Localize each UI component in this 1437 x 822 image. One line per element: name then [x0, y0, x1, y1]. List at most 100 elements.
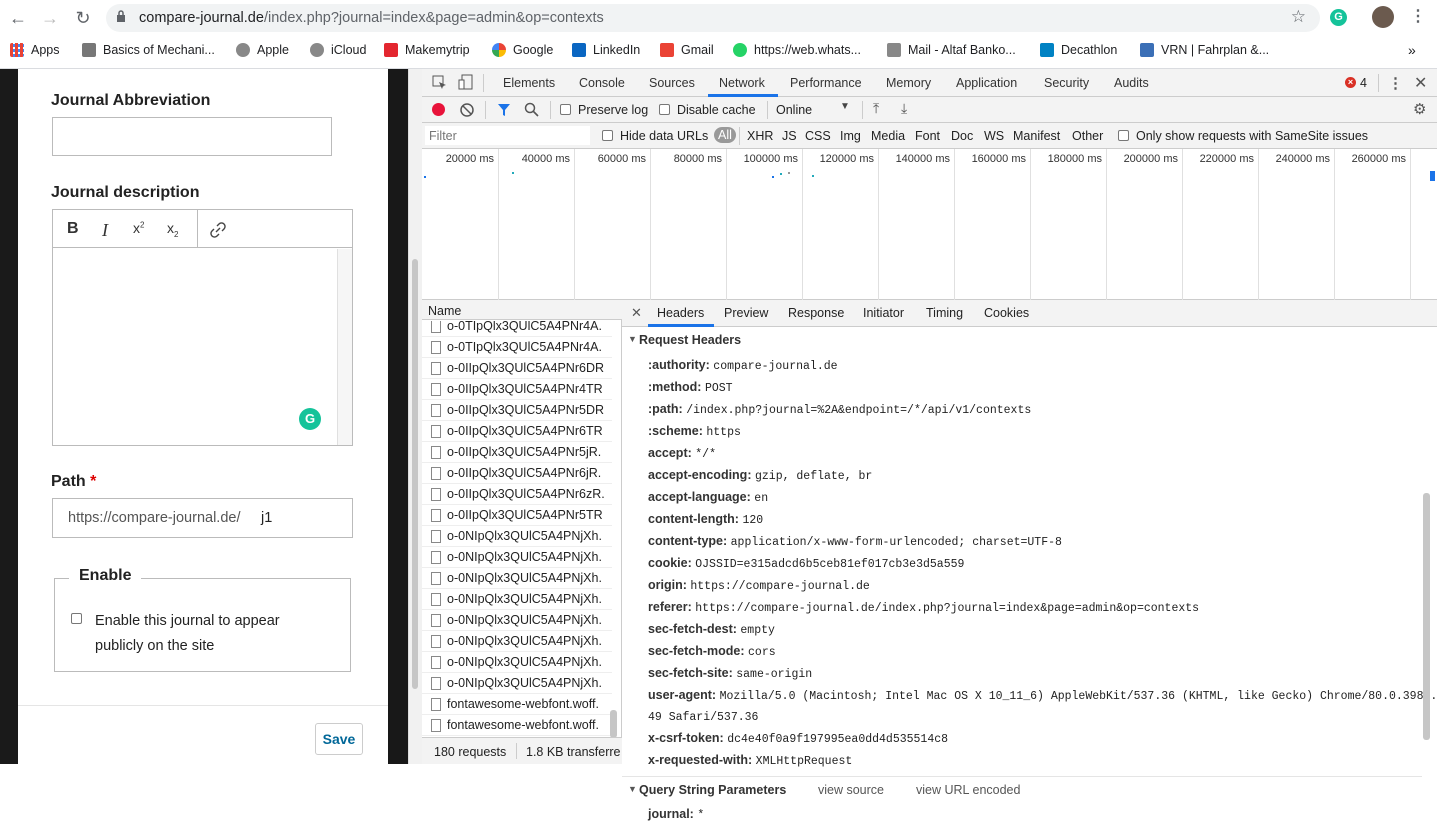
page-scrollbar-thumb[interactable] [412, 259, 418, 689]
filter-icon[interactable] [497, 103, 511, 117]
type-filter-xhr[interactable]: XHR [747, 129, 773, 143]
type-filter-img[interactable]: Img [840, 129, 861, 143]
inspect-element-icon[interactable] [432, 75, 447, 90]
import-har-icon[interactable]: ⤒ [873, 100, 879, 117]
save-button[interactable]: Save [315, 723, 363, 755]
path-input[interactable]: https://compare-journal.de/ j1 [52, 498, 353, 538]
preserve-log-checkbox[interactable] [560, 104, 571, 115]
tab-elements[interactable]: Elements [503, 76, 555, 90]
tab-security[interactable]: Security [1044, 76, 1089, 90]
request-row[interactable]: o-0NIpQlx3QUlC5A4PNjXh. [422, 673, 612, 694]
disable-cache-checkbox[interactable] [659, 104, 670, 115]
chevron-down-icon[interactable]: ▼ [840, 101, 850, 112]
italic-icon[interactable]: I [102, 220, 108, 241]
search-icon[interactable] [524, 102, 539, 117]
export-har-icon[interactable]: ⤓ [901, 100, 907, 117]
request-row[interactable]: o-0TIpQlx3QUlC5A4PNr4A. [422, 321, 612, 337]
request-row[interactable]: o-0NIpQlx3QUlC5A4PNjXh. [422, 526, 612, 547]
request-row[interactable]: o-0NIpQlx3QUlC5A4PNjXh. [422, 631, 612, 652]
request-row[interactable]: o-0NIpQlx3QUlC5A4PNjXh. [422, 568, 612, 589]
bookmarks-overflow[interactable]: » [1408, 41, 1416, 59]
request-row[interactable]: o-0IIpQlx3QUlC5A4PNr6zR. [422, 484, 612, 505]
request-row[interactable]: o-0NIpQlx3QUlC5A4PNjXh. [422, 589, 612, 610]
devtools-menu-icon[interactable]: ⋮ [1388, 74, 1403, 92]
address-bar[interactable]: compare-journal.de/index.php?journal=ind… [106, 4, 1320, 32]
request-row[interactable]: o-0NIpQlx3QUlC5A4PNjXh. [422, 610, 612, 631]
request-row[interactable]: o-0NIpQlx3QUlC5A4PNjXh. [422, 547, 612, 568]
bookmark-decathlon[interactable]: Decathlon [1040, 41, 1117, 59]
tab-console[interactable]: Console [579, 76, 625, 90]
request-row[interactable]: o-0IIpQlx3QUlC5A4PNr6DR [422, 358, 612, 379]
request-row[interactable]: fontawesome-webfont.woff. [422, 694, 612, 715]
bookmark-whatsapp[interactable]: https://web.whats... [733, 41, 861, 59]
editor-content-area[interactable] [53, 249, 337, 445]
device-toolbar-icon[interactable] [458, 74, 473, 90]
grammarly-extension-icon[interactable]: G [1330, 9, 1347, 26]
enable-checkbox[interactable] [71, 613, 82, 624]
bookmark-linkedin[interactable]: LinkedIn [572, 41, 640, 59]
error-icon[interactable]: × [1345, 77, 1356, 88]
editor-scrollbar[interactable] [337, 249, 352, 445]
reload-icon[interactable]: ↻ [71, 6, 95, 30]
filter-input[interactable] [425, 126, 590, 145]
back-arrow-icon[interactable]: ← [6, 6, 30, 30]
tab-sources[interactable]: Sources [649, 76, 695, 90]
tab-application[interactable]: Application [956, 76, 1017, 90]
collapse-triangle-icon[interactable]: ▼ [628, 784, 637, 794]
query-params-title[interactable]: Query String Parameters [639, 783, 786, 797]
bookmark-mail[interactable]: Mail - Altaf Banko... [887, 41, 1016, 59]
detail-scrollbar-thumb[interactable] [1423, 493, 1430, 740]
bookmark-icloud[interactable]: iCloud [310, 41, 366, 59]
superscript-icon[interactable]: x2 [133, 220, 144, 236]
bookmark-gmail[interactable]: Gmail [660, 41, 714, 59]
request-row[interactable]: o-0IIpQlx3QUlC5A4PNr6TR [422, 421, 612, 442]
request-row[interactable]: fontawesome-webfont.woff. [422, 715, 612, 736]
type-filter-other[interactable]: Other [1072, 129, 1103, 143]
request-row[interactable]: o-0IIpQlx3QUlC5A4PNr4TR [422, 379, 612, 400]
forward-arrow-icon[interactable]: → [38, 6, 62, 30]
tab-network[interactable]: Network [719, 76, 765, 90]
type-filter-ws[interactable]: WS [984, 129, 1004, 143]
bookmark-apple[interactable]: Apple [236, 41, 289, 59]
network-timeline-overview[interactable]: 20000 ms 40000 ms 60000 ms 80000 ms 100000 m… [422, 149, 1437, 300]
bookmark-basics-mechanics[interactable]: Basics of Mechani... [82, 41, 215, 59]
settings-gear-icon[interactable]: ⚙ [1413, 100, 1426, 118]
view-source-link[interactable]: view source [818, 783, 884, 797]
profile-avatar[interactable] [1372, 6, 1394, 28]
request-row[interactable]: o-0NIpQlx3QUlC5A4PNjXh. [422, 652, 612, 673]
hide-data-urls-checkbox[interactable] [602, 130, 613, 141]
name-column-header[interactable]: Name [422, 300, 622, 320]
throttle-select[interactable]: Online [776, 103, 812, 117]
type-filter-manifest[interactable]: Manifest [1013, 129, 1060, 143]
subscript-icon[interactable]: x2 [167, 220, 178, 239]
abbreviation-input[interactable] [52, 117, 332, 156]
request-row[interactable]: o-0IIpQlx3QUlC5A4PNr5TR [422, 505, 612, 526]
samesite-checkbox[interactable] [1118, 130, 1129, 141]
request-row[interactable]: o-0IIpQlx3QUlC5A4PNr5DR [422, 400, 612, 421]
type-filter-media[interactable]: Media [871, 129, 905, 143]
devtools-splitter[interactable] [408, 69, 422, 764]
view-url-encoded-link[interactable]: view URL encoded [916, 783, 1020, 797]
type-filter-js[interactable]: JS [782, 129, 797, 143]
type-filter-doc[interactable]: Doc [951, 129, 973, 143]
tab-performance[interactable]: Performance [790, 76, 862, 90]
bookmark-apps[interactable]: Apps [10, 41, 60, 59]
tab-audits[interactable]: Audits [1114, 76, 1149, 90]
link-icon[interactable] [209, 221, 227, 239]
type-filter-all[interactable]: All [714, 127, 736, 143]
clear-icon[interactable] [460, 103, 474, 117]
bookmark-vrn[interactable]: VRN | Fahrplan &... [1140, 41, 1269, 59]
bookmark-makemytrip[interactable]: Makemytrip [384, 41, 470, 59]
record-icon[interactable] [432, 103, 445, 116]
type-filter-css[interactable]: CSS [805, 129, 831, 143]
request-row[interactable]: o-0TIpQlx3QUlC5A4PNr4A. [422, 337, 612, 358]
close-devtools-icon[interactable]: ✕ [1414, 73, 1427, 93]
type-filter-font[interactable]: Font [915, 129, 940, 143]
bold-icon[interactable]: B [67, 220, 79, 238]
browser-menu-icon[interactable]: ⋮ [1410, 6, 1426, 28]
grammarly-icon[interactable]: G [299, 408, 321, 430]
request-row[interactable]: o-0IIpQlx3QUlC5A4PNr6jR. [422, 463, 612, 484]
request-list-scrollbar-thumb[interactable] [610, 710, 617, 738]
bookmark-google[interactable]: Google [492, 41, 553, 59]
error-count[interactable]: 4 [1360, 76, 1367, 90]
